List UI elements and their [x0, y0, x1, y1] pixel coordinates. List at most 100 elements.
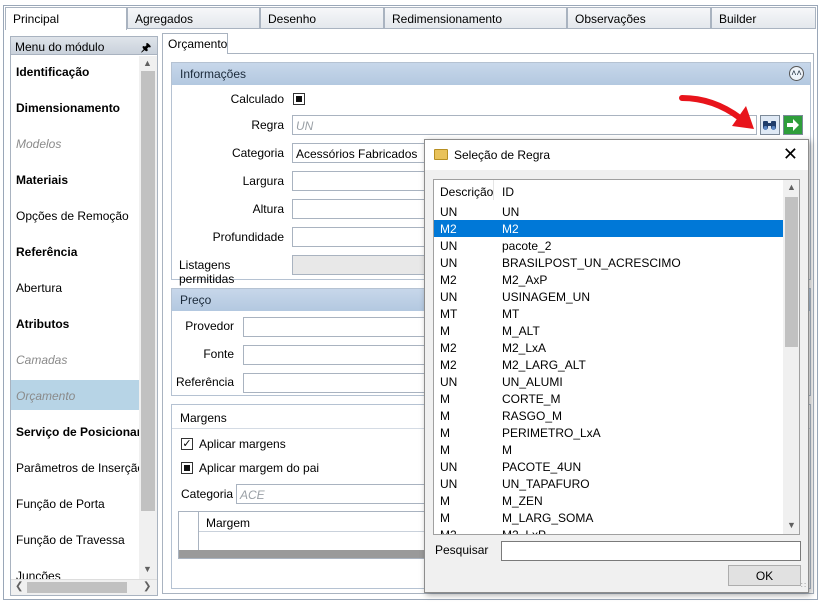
- menu-hscroll-thumb[interactable]: [27, 582, 127, 593]
- list-scroll-up-icon[interactable]: ▲: [787, 182, 796, 192]
- tab-principal[interactable]: Principal: [5, 7, 127, 30]
- row-id: M2_LxP: [502, 528, 547, 535]
- ok-button[interactable]: OK: [728, 565, 801, 586]
- selecao-regra-dialog: Seleção de Regra ✕ Descrição ID UN UN M2 M2…: [424, 139, 809, 593]
- menu-item[interactable]: Modelos: [11, 128, 139, 158]
- menu-item[interactable]: Referência: [11, 236, 139, 266]
- col-descricao-header[interactable]: Descrição: [440, 185, 493, 199]
- scroll-up-icon[interactable]: ▲: [143, 58, 152, 68]
- list-item[interactable]: M PERIMETRO_LxA: [434, 424, 783, 441]
- menu-item[interactable]: Atributos: [11, 308, 139, 338]
- list-item[interactable]: UN BRASILPOST_UN_ACRESCIMO: [434, 254, 783, 271]
- list-item[interactable]: M2 M2_LxP: [434, 526, 783, 535]
- list-item[interactable]: UN UN_TAPAFURO: [434, 475, 783, 492]
- listagens-label: Listagens permitidas: [179, 258, 235, 286]
- row-descricao: M: [440, 392, 450, 406]
- row-id: UN_TAPAFURO: [502, 477, 590, 491]
- row-descricao: UN: [440, 460, 458, 474]
- list-item[interactable]: M M_ZEN: [434, 492, 783, 509]
- list-item[interactable]: M RASGO_M: [434, 407, 783, 424]
- calculado-checkbox[interactable]: [293, 93, 305, 105]
- col-id-header[interactable]: ID: [502, 185, 514, 199]
- list-item[interactable]: UN UN: [434, 203, 783, 220]
- row-descricao: M: [440, 324, 450, 338]
- row-id: MT: [502, 307, 520, 321]
- close-icon[interactable]: ✕: [783, 144, 798, 164]
- tab-redimensionamento[interactable]: Redimensionamento: [384, 7, 567, 29]
- list-item[interactable]: M2 M2_LARG_ALT: [434, 356, 783, 373]
- tab-observacoes-label: Observações: [575, 12, 646, 26]
- scroll-left-icon[interactable]: ❮: [15, 581, 23, 592]
- list-vertical-scrollbar[interactable]: ▲ ▼: [783, 180, 799, 534]
- menu-item[interactable]: Função de Travessa: [11, 524, 139, 554]
- list-item[interactable]: UN pacote_2: [434, 237, 783, 254]
- list-item[interactable]: M2 M2_LxA: [434, 339, 783, 356]
- tab-builder-label: Builder: [719, 12, 757, 26]
- binoculars-icon: [763, 121, 776, 130]
- menu-item[interactable]: Camadas: [11, 344, 139, 374]
- list-item[interactable]: M M_ALT: [434, 322, 783, 339]
- largura-label: Largura: [242, 174, 284, 188]
- menu-item[interactable]: Junções: [11, 560, 139, 579]
- menu-item[interactable]: Opções de Remoção: [11, 200, 139, 230]
- collapse-icon[interactable]: ˄˄: [789, 66, 804, 81]
- list-item[interactable]: MM: [434, 441, 783, 458]
- menu-item[interactable]: Orçamento: [11, 380, 139, 410]
- menu-item[interactable]: Função de Porta: [11, 488, 139, 518]
- aplicar-margem-pai-checkbox[interactable]: [181, 462, 193, 474]
- menu-item[interactable]: Parâmetros de Inserção: [11, 452, 139, 482]
- tab-observacoes[interactable]: Observações: [567, 7, 711, 29]
- resize-grip-icon[interactable]: ∷: [801, 581, 806, 590]
- menu-item[interactable]: Serviço de Posicionamento: [11, 416, 139, 446]
- scroll-down-icon[interactable]: ▼: [143, 564, 152, 574]
- row-descricao: UN: [440, 375, 458, 389]
- aplicar-margens-checkbox[interactable]: ✓: [181, 438, 193, 450]
- tab-builder[interactable]: Builder: [711, 7, 816, 29]
- row-descricao: UN: [440, 239, 458, 253]
- menu-item[interactable]: Identificação: [11, 56, 139, 86]
- row-id: M2: [502, 222, 519, 236]
- row-id: PERIMETRO_LxA: [502, 426, 601, 440]
- pesquisar-input[interactable]: [501, 541, 801, 561]
- list-item[interactable]: UN USINAGEM_UN: [434, 288, 783, 305]
- list-item[interactable]: UN UN_ALUMI: [434, 373, 783, 390]
- list-item[interactable]: M M_LARG_SOMA: [434, 509, 783, 526]
- menu-item[interactable]: Materiais: [11, 164, 139, 194]
- scroll-right-icon[interactable]: ❯: [143, 581, 151, 592]
- tab-desenho[interactable]: Desenho: [260, 7, 384, 29]
- row-descricao: UN: [440, 290, 458, 304]
- row-id: M_ALT: [502, 324, 540, 338]
- menu-horizontal-scrollbar[interactable]: ❮ ❯: [11, 579, 157, 595]
- regra-list[interactable]: Descrição ID UN UN M2 M2 UN pacote_2 UN BRASILP…: [433, 179, 800, 535]
- tab-agregados-label: Agregados: [135, 12, 194, 26]
- row-id: CORTE_M: [502, 392, 561, 406]
- row-id: UN_ALUMI: [502, 375, 563, 389]
- row-id: M_ZEN: [502, 494, 543, 508]
- module-menu-header: Menu do módulo 🖈: [11, 37, 157, 55]
- menu-item[interactable]: Dimensionamento: [11, 92, 139, 122]
- row-descricao: M: [440, 443, 450, 457]
- row-descricao: M: [440, 511, 450, 525]
- go-arrow-button[interactable]: [783, 115, 803, 135]
- list-scroll-down-icon[interactable]: ▼: [787, 520, 796, 530]
- list-item[interactable]: M2 M2_AxP: [434, 271, 783, 288]
- menu-item[interactable]: Abertura: [11, 272, 139, 302]
- list-item[interactable]: MT MT: [434, 305, 783, 322]
- list-scroll-thumb[interactable]: [785, 197, 798, 347]
- altura-label: Altura: [252, 202, 284, 216]
- folder-icon: [434, 149, 448, 160]
- list-item[interactable]: M CORTE_M: [434, 390, 783, 407]
- row-descricao: MT: [440, 307, 458, 321]
- menu-vertical-scrollbar[interactable]: ▲ ▼: [139, 56, 157, 579]
- regra-label: Regra: [251, 118, 284, 132]
- row-descricao: UN: [440, 205, 458, 219]
- list-rows: UN UN M2 M2 UN pacote_2 UN BRASILPOST_UN_ACRESC…: [434, 203, 783, 535]
- list-item[interactable]: UN PACOTE_4UN: [434, 458, 783, 475]
- menu-scroll-thumb[interactable]: [141, 71, 155, 511]
- search-binoculars-button[interactable]: [760, 115, 780, 135]
- list-item[interactable]: M2 M2: [434, 220, 783, 237]
- row-id: M2_LxA: [502, 341, 547, 355]
- tab-orcamento[interactable]: Orçamento: [162, 33, 228, 54]
- tab-agregados[interactable]: Agregados: [127, 7, 260, 29]
- informacoes-title: Informações: [180, 67, 247, 81]
